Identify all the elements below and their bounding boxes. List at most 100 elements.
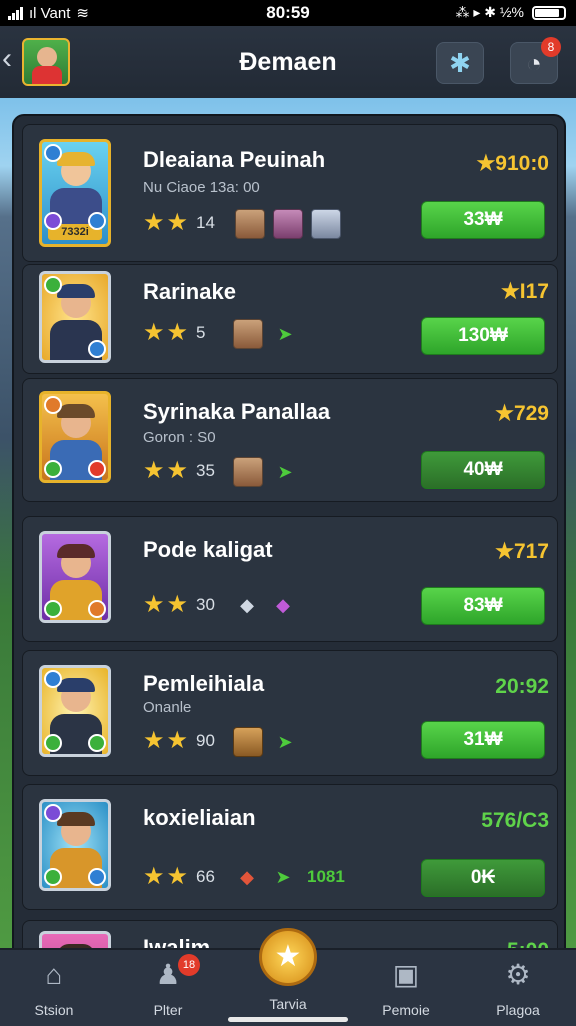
tab-plagoa[interactable]: ⚙ Plagoa [468, 958, 568, 1018]
item-row: ➤ [233, 727, 299, 757]
player-card[interactable]: koxieliaian ★ ★ 66 ◆ ➤ 1081 576/C3 0₭ [22, 784, 558, 910]
diamond-icon: ◆ [240, 594, 254, 615]
tab-tarvia[interactable]: ★ Tarvia [238, 928, 338, 1012]
page-title: Ɖemaen [239, 48, 337, 76]
player-portrait [39, 271, 111, 363]
portrait-badge [44, 212, 62, 230]
buy-button[interactable]: 130₩ [421, 317, 545, 355]
portrait-badge [88, 734, 106, 752]
chat-bubble-icon: ◔ [526, 47, 542, 78]
glove-item-icon [233, 727, 263, 757]
player-subtitle: Nu Ciaoe 13a: 00 [143, 179, 260, 196]
item-row [235, 209, 341, 239]
star-icon: ★ [143, 727, 165, 754]
portrait-cap [57, 544, 95, 558]
status-bar: ıl Vant ≋ 80:59 ⁂ ▸ ✱ ½% [0, 0, 576, 26]
tab-station[interactable]: ⌂ Stsion [4, 958, 104, 1018]
portrait-badge [88, 460, 106, 478]
item-row: ◆ ◆ [233, 591, 297, 619]
portrait-cap [57, 284, 95, 298]
player-portrait [39, 391, 111, 483]
player-card[interactable]: Syrinaka Panallaa Goron : S0 ★ ★ 35 ➤ ★72… [22, 378, 558, 502]
player-portrait: 7332i [39, 139, 111, 247]
portrait-hair [57, 152, 95, 166]
star-icon: ★ [166, 591, 189, 618]
player-price: ★729 [495, 402, 549, 425]
gear-icon: ⚙ [505, 959, 531, 990]
leaf-icon: ➤ [277, 461, 293, 482]
portrait-badge [88, 340, 106, 358]
player-portrait [39, 531, 111, 623]
portrait-badge [88, 600, 106, 618]
star-gear-icon: ✱ [449, 47, 471, 78]
face-item-icon [273, 209, 303, 239]
chat-badge: 8 [541, 37, 561, 57]
player-card[interactable]: 7332i Dleaiana Peuinah Nu Ciaoe 13a: 00 … [22, 124, 558, 262]
buy-button[interactable]: 40₩ [421, 451, 545, 489]
star-count: 5 [196, 323, 206, 342]
star-count: 66 [196, 867, 215, 886]
star-gear-button[interactable]: ✱ [436, 42, 484, 84]
portrait-badge [88, 212, 106, 230]
player-portrait [39, 665, 111, 757]
status-right: ⁂ ▸ ✱ ½% [455, 4, 566, 21]
player-price: 576/C3 [481, 809, 549, 832]
player-name: Syrinaka Panallaa [143, 399, 331, 424]
star-icon: ★ [143, 863, 165, 890]
portrait-badge [44, 144, 62, 162]
player-portrait [39, 799, 111, 891]
face-item-icon [233, 319, 263, 349]
player-card[interactable]: Rarinake ★ ★ 5 ➤ ★I17 130₩ [22, 264, 558, 374]
face-item-icon [311, 209, 341, 239]
battery-icon [532, 5, 566, 20]
player-name: Rarinake [143, 279, 236, 304]
portrait-badge [44, 396, 62, 414]
buy-button[interactable]: 31₩ [421, 721, 545, 759]
battery-fill [535, 8, 559, 17]
red-gem-icon: ◆ [240, 866, 254, 887]
player-price: ★717 [495, 540, 549, 563]
portrait-badge [44, 868, 62, 886]
portrait-badge [44, 804, 62, 822]
portrait-badge [88, 868, 106, 886]
item-row: ◆ ➤ 1081 [233, 863, 345, 891]
tab-badge: 18 [178, 954, 200, 976]
player-name: koxieliaian [143, 805, 256, 830]
player-name: Pode kaligat [143, 537, 273, 562]
tab-player[interactable]: ♟ 18 Plter [118, 954, 218, 1018]
buy-button[interactable]: 83₩ [421, 587, 545, 625]
portrait-badge [44, 460, 62, 478]
portrait-badge [44, 600, 62, 618]
star-icon: ★ [166, 863, 189, 890]
star-icon: ★ [143, 591, 165, 618]
buy-button[interactable]: 0₭ [421, 859, 545, 897]
portrait-badge [44, 276, 62, 294]
star-icon: ★ [143, 457, 165, 484]
portrait-badge [44, 734, 62, 752]
star-rating: ★ ★ 30 [143, 593, 215, 617]
player-price: ★910:0 [476, 152, 549, 175]
player-name: Dleaiana Peuinah [143, 147, 326, 172]
status-icons: ⁂ ▸ ✱ ½% [455, 4, 524, 20]
buy-button[interactable]: 33₩ [421, 201, 545, 239]
leaf-icon: ➤ [277, 323, 293, 344]
face-item-icon [233, 457, 263, 487]
leaf-icon: ➤ [275, 866, 291, 887]
portrait-hair [57, 404, 95, 418]
tab-label: Plagoa [496, 1002, 540, 1018]
portrait-cap [57, 678, 95, 692]
tab-label: Stsion [34, 1002, 74, 1018]
leaf-icon: ➤ [277, 731, 293, 752]
player-price: ★I17 [500, 280, 549, 303]
player-subtitle: Goron : S0 [143, 429, 216, 446]
star-rating: ★ ★ 66 [143, 865, 215, 889]
chat-button[interactable]: ◔ 8 [510, 37, 561, 84]
star-icon: ★ [143, 209, 165, 236]
player-card[interactable]: Pemleihiala Onanle ★ ★ 90 ➤ 20:92 31₩ [22, 650, 558, 776]
star-icon: ★ [166, 457, 189, 484]
home-indicator[interactable] [228, 1017, 348, 1022]
player-card[interactable]: Pode kaligat ★ ★ 30 ◆ ◆ ★717 83₩ [22, 516, 558, 642]
home-icon: ⌂ [45, 959, 63, 990]
player-list-panel: 7332i Dleaiana Peuinah Nu Ciaoe 13a: 00 … [12, 114, 566, 974]
tab-pemoie[interactable]: ▣ Pemoie [356, 958, 456, 1018]
